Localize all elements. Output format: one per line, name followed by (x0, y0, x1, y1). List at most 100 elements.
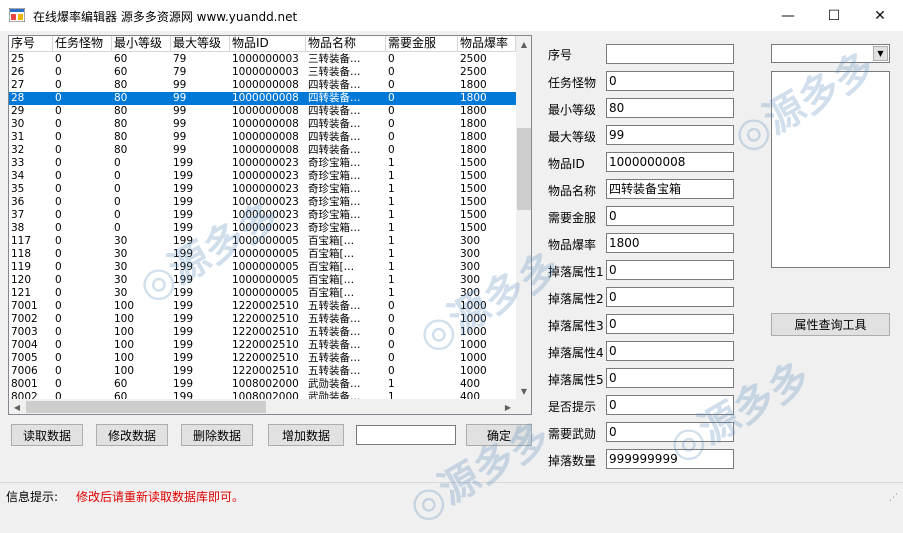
table-row[interactable]: 35 0 0 199 1000000023 奇珍宝箱… 1 1500 (9, 183, 516, 196)
table-cell[interactable]: 199 (171, 287, 230, 300)
table-cell[interactable]: 117 (9, 235, 53, 248)
table-cell[interactable]: 0 (386, 144, 458, 157)
table-cell[interactable]: 7002 (9, 313, 53, 326)
table-cell[interactable]: 0 (53, 339, 112, 352)
table-cell[interactable]: 0 (112, 222, 171, 235)
resize-grip-icon[interactable]: ⋰ (889, 493, 901, 505)
table-cell[interactable]: 0 (53, 326, 112, 339)
table-cell[interactable]: 30 (112, 235, 171, 248)
table-cell[interactable]: 79 (171, 66, 230, 79)
need-gold-field[interactable]: 0 (606, 206, 734, 226)
table-cell[interactable]: 1 (386, 196, 458, 209)
drop-rate-field[interactable]: 1800 (606, 233, 734, 253)
table-cell[interactable]: 0 (386, 66, 458, 79)
attribute-listbox[interactable] (771, 71, 890, 268)
table-cell[interactable]: 奇珍宝箱… (306, 157, 386, 170)
table-cell[interactable]: 0 (386, 352, 458, 365)
column-header[interactable]: 任务怪物 (53, 36, 112, 52)
table-row[interactable]: 36 0 0 199 1000000023 奇珍宝箱… 1 1500 (9, 196, 516, 209)
table-cell[interactable]: 0 (386, 53, 458, 66)
table-cell[interactable]: 1000000008 (230, 79, 306, 92)
table-cell[interactable]: 1000000005 (230, 287, 306, 300)
search-input[interactable] (356, 425, 456, 445)
table-cell[interactable]: 1000 (458, 326, 516, 339)
table-cell[interactable]: 1000000023 (230, 222, 306, 235)
table-cell[interactable]: 0 (386, 118, 458, 131)
table-cell[interactable]: 0 (53, 53, 112, 66)
table-cell[interactable]: 80 (112, 79, 171, 92)
column-header[interactable]: 物品ID (230, 36, 306, 52)
table-cell[interactable]: 199 (171, 352, 230, 365)
table-row[interactable]: 31 0 80 99 1000000008 四转装备… 0 1800 (9, 131, 516, 144)
min-level-field[interactable]: 80 (606, 98, 734, 118)
table-cell[interactable]: 百宝箱[… (306, 261, 386, 274)
table-cell[interactable]: 80 (112, 131, 171, 144)
scroll-up-icon[interactable]: ▲ (516, 36, 531, 52)
table-cell[interactable]: 奇珍宝箱… (306, 209, 386, 222)
table-cell[interactable]: 0 (112, 170, 171, 183)
attr3-field[interactable]: 0 (606, 314, 734, 334)
table-cell[interactable]: 0 (53, 378, 112, 391)
table-cell[interactable]: 1000000008 (230, 105, 306, 118)
table-cell[interactable]: 奇珍宝箱… (306, 183, 386, 196)
table-cell[interactable]: 1220002510 (230, 300, 306, 313)
table-cell[interactable]: 60 (112, 53, 171, 66)
table-cell[interactable]: 300 (458, 274, 516, 287)
table-cell[interactable]: 119 (9, 261, 53, 274)
table-cell[interactable]: 36 (9, 196, 53, 209)
table-row[interactable]: 7006 0 100 199 1220002510 五转装备… 0 1000 (9, 365, 516, 378)
table-cell[interactable]: 0 (53, 209, 112, 222)
table-row[interactable]: 121 0 30 199 1000000005 百宝箱[… 1 300 (9, 287, 516, 300)
table-cell[interactable]: 99 (171, 92, 230, 105)
table-row[interactable]: 120 0 30 199 1000000005 百宝箱[… 1 300 (9, 274, 516, 287)
table-cell[interactable]: 五转装备… (306, 365, 386, 378)
table-cell[interactable]: 0 (386, 365, 458, 378)
table-cell[interactable]: 7004 (9, 339, 53, 352)
scroll-down-icon[interactable]: ▼ (516, 383, 531, 399)
table-cell[interactable]: 四转装备… (306, 118, 386, 131)
table-cell[interactable]: 199 (171, 170, 230, 183)
table-cell[interactable]: 1000000008 (230, 144, 306, 157)
table-cell[interactable]: 1008002000 (230, 378, 306, 391)
table-cell[interactable]: 100 (112, 300, 171, 313)
table-cell[interactable]: 100 (112, 339, 171, 352)
table-cell[interactable]: 199 (171, 261, 230, 274)
table-cell[interactable]: 四转装备… (306, 131, 386, 144)
modify-data-button[interactable]: 修改数据 (96, 424, 168, 446)
table-cell[interactable]: 1220002510 (230, 365, 306, 378)
table-cell[interactable]: 34 (9, 170, 53, 183)
scroll-right-icon[interactable]: ▶ (500, 399, 516, 414)
attr2-field[interactable]: 0 (606, 287, 734, 307)
table-cell[interactable]: 0 (53, 235, 112, 248)
attr4-field[interactable]: 0 (606, 341, 734, 361)
table-cell[interactable]: 199 (171, 378, 230, 391)
table-cell[interactable]: 7003 (9, 326, 53, 339)
table-cell[interactable]: 7001 (9, 300, 53, 313)
table-cell[interactable]: 1 (386, 274, 458, 287)
table-cell[interactable]: 0 (53, 92, 112, 105)
table-cell[interactable]: 1000000005 (230, 248, 306, 261)
table-cell[interactable]: 1000000023 (230, 209, 306, 222)
table-cell[interactable]: 1000000023 (230, 170, 306, 183)
monster-field[interactable]: 0 (606, 71, 734, 91)
table-cell[interactable]: 0 (112, 157, 171, 170)
table-cell[interactable]: 1220002510 (230, 326, 306, 339)
table-row[interactable]: 37 0 0 199 1000000023 奇珍宝箱… 1 1500 (9, 209, 516, 222)
table-cell[interactable]: 118 (9, 248, 53, 261)
table-cell[interactable]: 199 (171, 313, 230, 326)
table-cell[interactable]: 0 (53, 313, 112, 326)
table-row[interactable]: 38 0 0 199 1000000023 奇珍宝箱… 1 1500 (9, 222, 516, 235)
table-cell[interactable]: 2500 (458, 53, 516, 66)
table-cell[interactable]: 80 (112, 105, 171, 118)
table-cell[interactable]: 1500 (458, 196, 516, 209)
table-cell[interactable]: 199 (171, 248, 230, 261)
chevron-down-icon[interactable]: ▼ (873, 46, 888, 61)
index-field[interactable] (606, 44, 734, 64)
attribute-combo[interactable]: ▼ (771, 44, 890, 63)
table-cell[interactable]: 0 (53, 66, 112, 79)
table-cell[interactable]: 80 (112, 144, 171, 157)
table-cell[interactable]: 1500 (458, 157, 516, 170)
table-cell[interactable]: 99 (171, 131, 230, 144)
close-button[interactable]: ✕ (857, 0, 903, 31)
table-cell[interactable]: 29 (9, 105, 53, 118)
